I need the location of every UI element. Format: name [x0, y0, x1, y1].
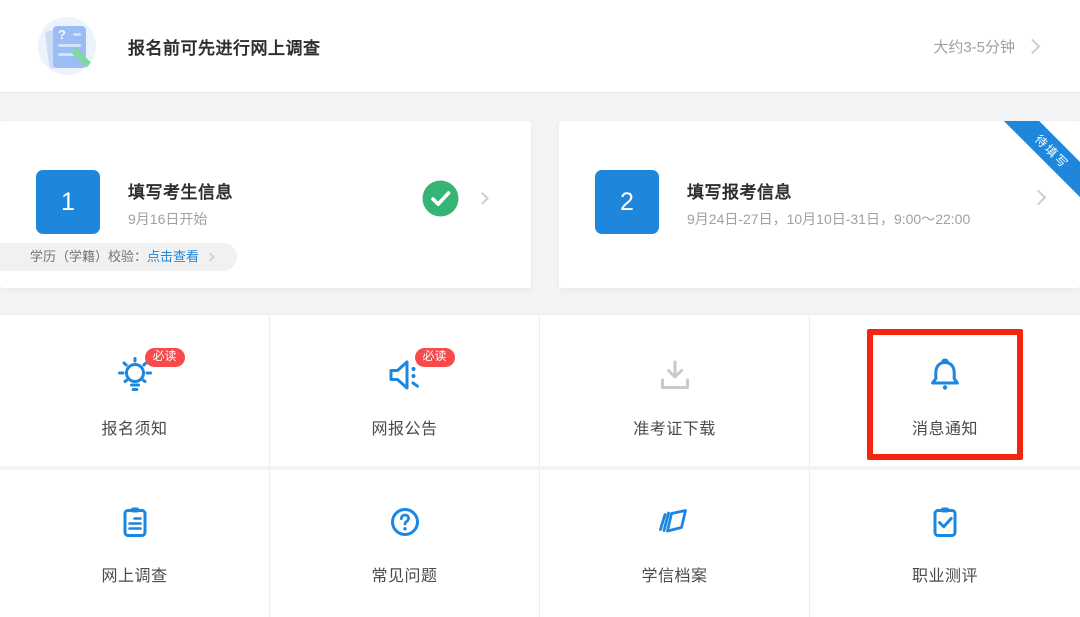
- banner-title: 报名前可先进行网上调查: [128, 34, 321, 59]
- grid-item-chsi-archive[interactable]: 学信档案: [540, 470, 810, 617]
- bell-icon: [923, 353, 967, 397]
- stacked-papers-icon: [653, 500, 697, 544]
- grid-item-online-survey[interactable]: 网上调查: [0, 470, 270, 617]
- question-mark-glyph: ?: [58, 27, 66, 42]
- grid-item-label: 报名须知: [101, 415, 167, 439]
- step-card-application-info[interactable]: 待填写 2 填写报考信息 9月24日-27日，10月10日-31日，9:00～2…: [559, 121, 1080, 288]
- step-title: 填写考生信息: [128, 178, 233, 203]
- step-title: 填写报考信息: [687, 178, 792, 203]
- grid-item-admit-card-download[interactable]: 准考证下载: [540, 315, 810, 470]
- download-icon: [653, 353, 697, 397]
- verification-label: 学历（学籍）校验：: [30, 249, 147, 264]
- grid-item-notifications[interactable]: 消息通知: [810, 315, 1080, 470]
- grid-item-label: 网报公告: [371, 415, 437, 439]
- success-check-icon: [422, 180, 459, 217]
- chevron-right-icon: [206, 253, 214, 261]
- grid-item-label: 常见问题: [371, 562, 437, 586]
- step-subtitle: 9月16日开始: [128, 209, 207, 229]
- education-verification-pill: 学历（学籍）校验：点击查看: [0, 243, 237, 271]
- grid-item-registration-notice[interactable]: 必读 报名须知: [0, 315, 270, 470]
- banner-duration: 大约3-5分钟: [933, 36, 1015, 57]
- step-number-badge: 2: [595, 170, 659, 234]
- chevron-right-icon[interactable]: [476, 192, 489, 205]
- required-badge: 必读: [145, 348, 185, 367]
- grid-item-label: 职业测评: [912, 562, 978, 586]
- clipboard-check-icon: [923, 500, 967, 544]
- grid-item-career-assessment[interactable]: 职业测评: [810, 470, 1080, 617]
- required-badge: 必读: [415, 348, 455, 367]
- grid-item-label: 网上调查: [101, 562, 167, 586]
- step-number-badge: 1: [36, 170, 100, 234]
- clipboard-icon: [113, 500, 157, 544]
- feature-grid: 必读 报名须知 必读 网报公告: [0, 314, 1080, 617]
- step-subtitle: 9月24日-27日，10月10日-31日，9:00～22:00: [687, 209, 970, 229]
- question-circle-icon: [383, 500, 427, 544]
- step-cards: 1 填写考生信息 9月16日开始 学历（学籍）校验：点击查看 待填写 2 填写报…: [0, 121, 1080, 288]
- chevron-right-icon: [1025, 38, 1041, 54]
- grid-item-label: 消息通知: [912, 415, 978, 439]
- grid-item-label: 学信档案: [641, 562, 707, 586]
- survey-banner[interactable]: ? 报名前可先进行网上调查 大约3-5分钟: [0, 0, 1080, 93]
- registration-dashboard: ? 报名前可先进行网上调查 大约3-5分钟 1 填写考生信息 9月16日开始: [0, 0, 1080, 617]
- grid-item-online-announcements[interactable]: 必读 网报公告: [270, 315, 540, 470]
- step-card-candidate-info[interactable]: 1 填写考生信息 9月16日开始 学历（学籍）校验：点击查看: [0, 121, 531, 288]
- survey-document-icon: ?: [38, 17, 96, 75]
- grid-item-label: 准考证下载: [633, 415, 716, 439]
- grid-item-faq[interactable]: 常见问题: [270, 470, 540, 617]
- verification-view-link[interactable]: 点击查看: [147, 249, 199, 264]
